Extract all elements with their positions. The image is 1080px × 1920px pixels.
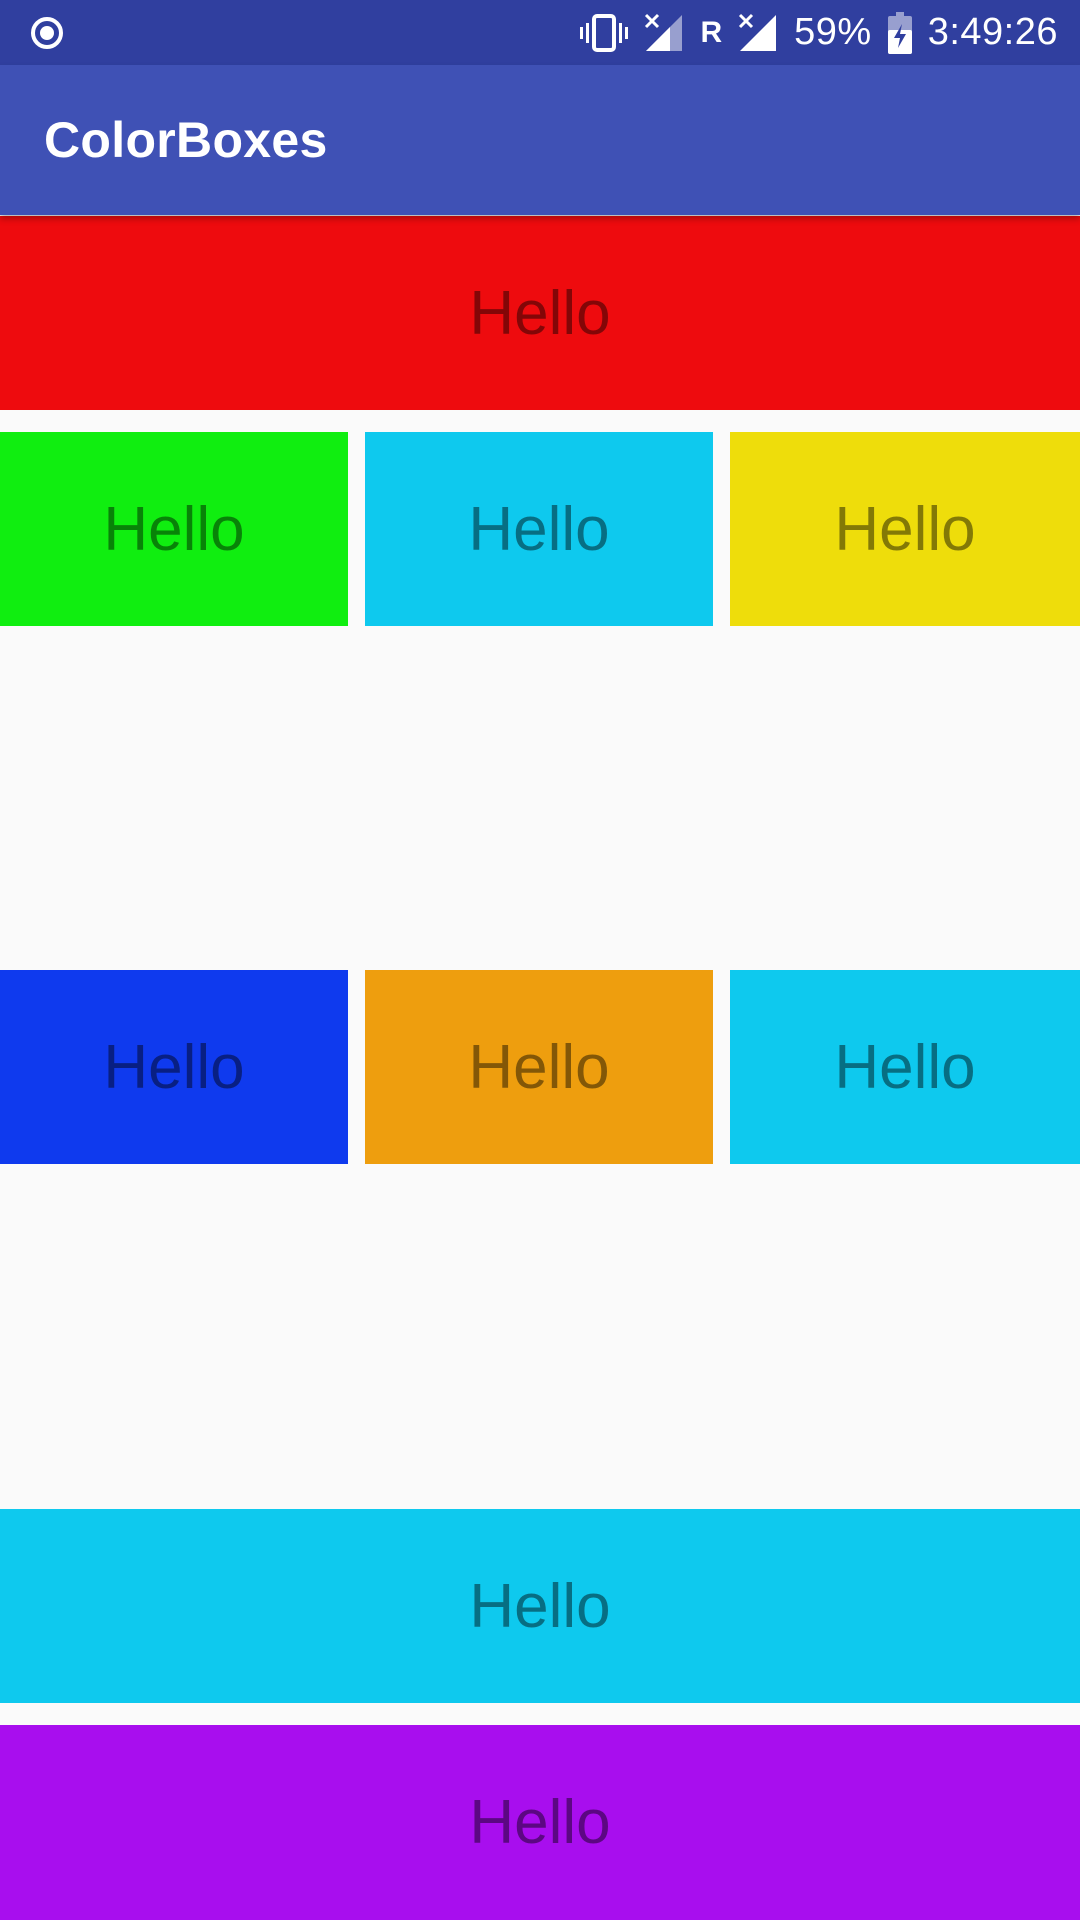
roaming-indicator: R xyxy=(700,15,723,49)
color-box-orange: Hello xyxy=(365,970,713,1164)
color-box-blue: Hello xyxy=(0,970,348,1164)
clock: 3:49:26 xyxy=(927,11,1058,53)
box-label: Hello xyxy=(469,1788,611,1857)
app-bar: ColorBoxes xyxy=(0,65,1080,215)
color-box-red: Hello xyxy=(0,216,1080,410)
color-box-purple: Hello xyxy=(0,1725,1080,1920)
app-title: ColorBoxes xyxy=(44,112,328,168)
box-label: Hello xyxy=(834,494,976,564)
signal-icon xyxy=(738,13,778,53)
box-label: Hello xyxy=(468,494,610,564)
box-label: Hello xyxy=(469,1571,611,1641)
box-label: Hello xyxy=(469,278,611,348)
color-box-cyan: Hello xyxy=(730,970,1080,1164)
battery-charging-icon xyxy=(887,11,912,54)
record-icon xyxy=(30,16,64,50)
signal-no-sim-icon xyxy=(644,13,684,53)
status-bar: R 59% 3:49:26 xyxy=(0,0,1080,65)
color-box-yellow: Hello xyxy=(730,432,1080,626)
battery-percent: 59% xyxy=(794,11,872,53)
color-box-green: Hello xyxy=(0,432,348,626)
box-label: Hello xyxy=(834,1032,976,1102)
box-label: Hello xyxy=(103,494,245,564)
color-box-cyan-wide: Hello xyxy=(0,1509,1080,1703)
color-box-cyan: Hello xyxy=(365,432,713,626)
vibrate-icon xyxy=(580,13,629,53)
box-label: Hello xyxy=(103,1032,245,1102)
box-label: Hello xyxy=(468,1032,610,1102)
